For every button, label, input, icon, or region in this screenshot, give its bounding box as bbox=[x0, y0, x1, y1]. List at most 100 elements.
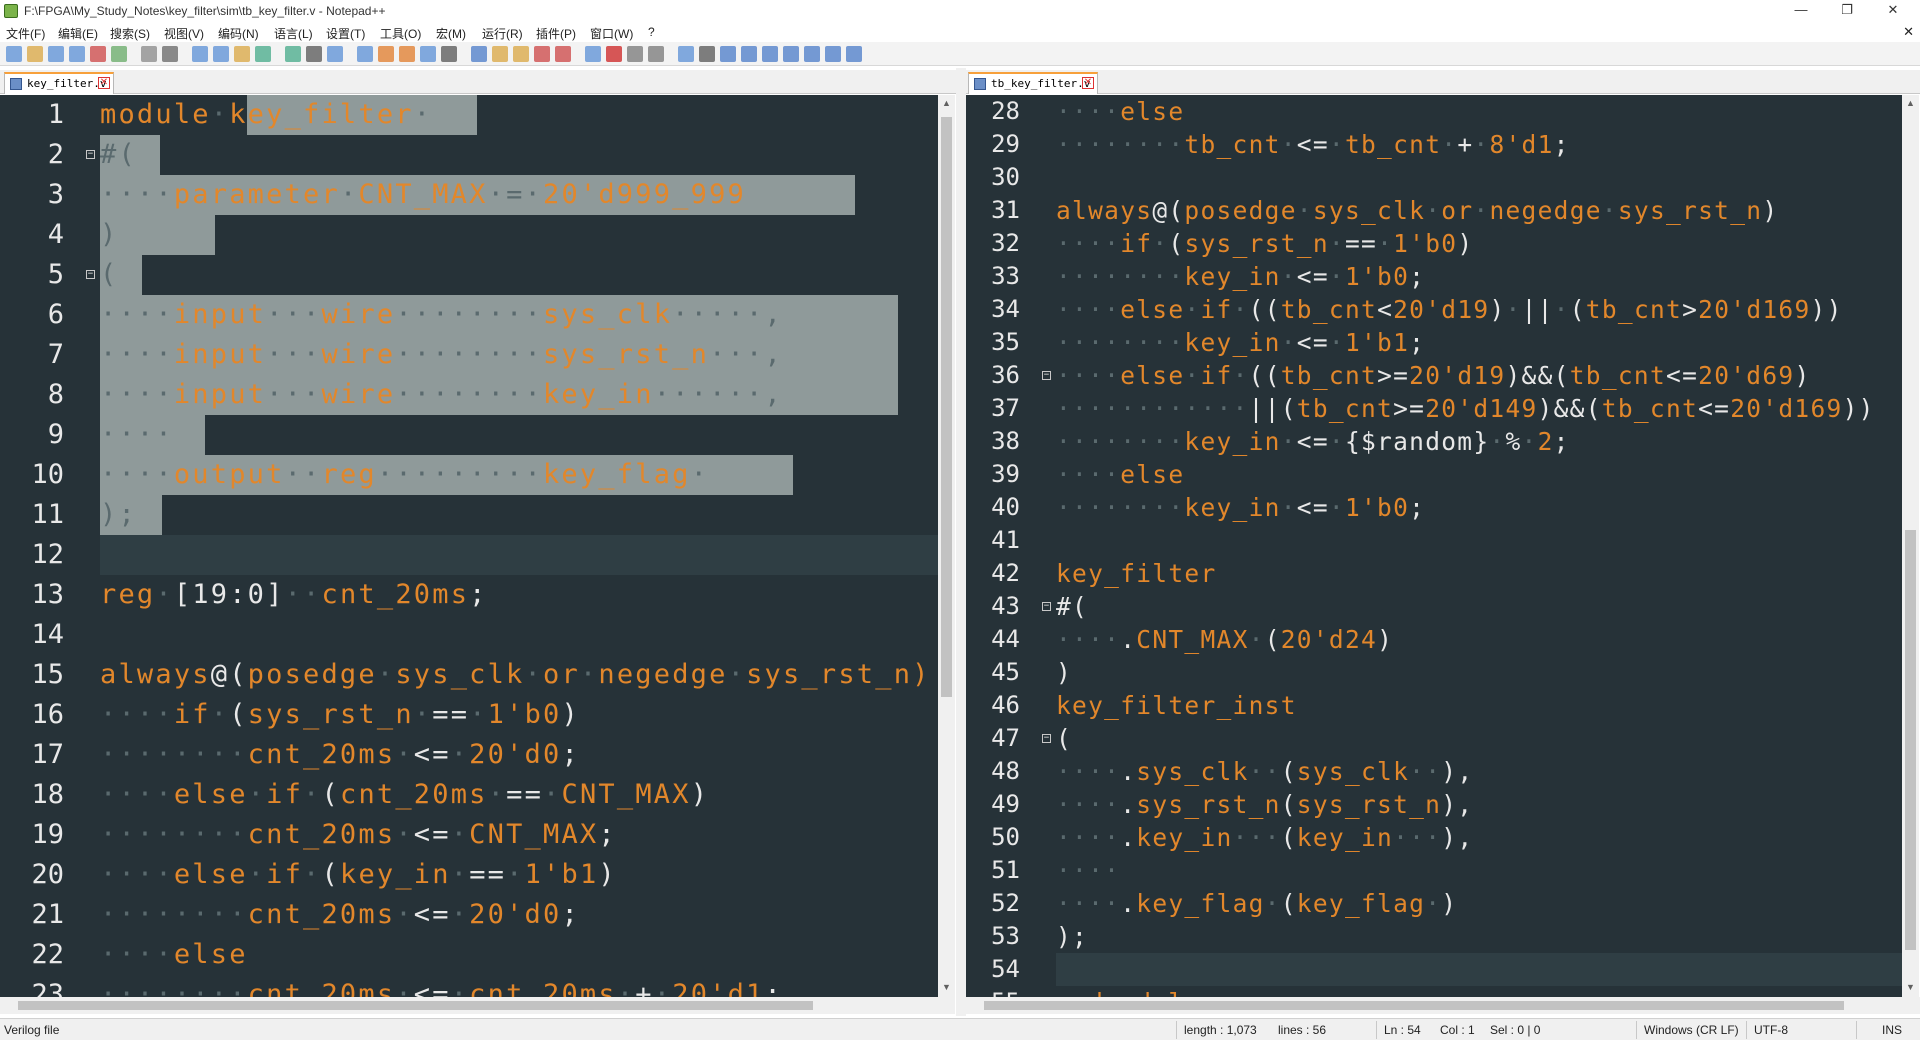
code-line[interactable]: module·key_filter· bbox=[100, 95, 432, 135]
menu-search[interactable]: 搜索(S) bbox=[110, 25, 150, 42]
code-line[interactable]: key_filter bbox=[1056, 557, 1217, 590]
left-editor[interactable]: 1 2 3 4 5 6 7 8 9 10 11 12 13 14 15 16 17 18 19 20 21 22 23 mod… bbox=[0, 95, 938, 997]
close-button[interactable]: ✕ bbox=[1870, 0, 1916, 22]
code-line[interactable]: ········key_in·<=·{$random}·%·2; bbox=[1056, 425, 1570, 458]
code-line[interactable]: #( bbox=[1056, 590, 1088, 623]
toolbar-button-icon[interactable] bbox=[555, 46, 571, 62]
toolbar-button-icon[interactable] bbox=[27, 46, 43, 62]
code-line[interactable]: ····else bbox=[1056, 95, 1184, 128]
toolbar-button-icon[interactable] bbox=[804, 46, 820, 62]
fold-toggle-icon[interactable]: − bbox=[86, 270, 95, 279]
menu-settings[interactable]: 设置(T) bbox=[326, 25, 365, 42]
code-line[interactable]: endmodule bbox=[1056, 986, 1200, 997]
menu-plugins[interactable]: 插件(P) bbox=[536, 25, 576, 42]
code-line[interactable]: ····else·if·((tb_cnt>=20'd19)&&(tb_cnt<=… bbox=[1056, 359, 1811, 392]
code-line[interactable]: ); bbox=[100, 495, 137, 535]
restore-button[interactable]: ❐ bbox=[1824, 0, 1870, 22]
code-line[interactable]: ···· bbox=[100, 415, 174, 455]
toolbar-button-icon[interactable] bbox=[162, 46, 178, 62]
toolbar-button-icon[interactable] bbox=[606, 46, 622, 62]
view-splitter[interactable] bbox=[956, 68, 966, 1016]
close-document-icon[interactable]: ✕ bbox=[1903, 24, 1914, 40]
toolbar-button-icon[interactable] bbox=[6, 46, 22, 62]
right-vertical-scrollbar[interactable]: ▲ ▼ bbox=[1902, 95, 1919, 997]
code-line[interactable]: ····if·(sys_rst_n·==·1'b0) bbox=[100, 695, 580, 735]
code-line[interactable]: ········cnt_20ms·<=·20'd0; bbox=[100, 735, 580, 775]
code-line[interactable]: reg·[19:0]··cnt_20ms; bbox=[100, 575, 488, 615]
scroll-thumb[interactable] bbox=[1905, 530, 1916, 950]
scroll-down-icon[interactable]: ▼ bbox=[942, 982, 951, 992]
code-line[interactable]: ········key_in·<=·1'b1; bbox=[1056, 326, 1425, 359]
toolbar-button-icon[interactable] bbox=[441, 46, 457, 62]
scroll-up-icon[interactable]: ▲ bbox=[942, 98, 951, 108]
scroll-thumb[interactable] bbox=[984, 1001, 1844, 1010]
code-line[interactable]: ········key_in·<=·1'b0; bbox=[1056, 260, 1425, 293]
code-line[interactable]: ( bbox=[1056, 722, 1072, 755]
scroll-thumb[interactable] bbox=[18, 1001, 813, 1010]
toolbar-button-icon[interactable] bbox=[762, 46, 778, 62]
toolbar-button-icon[interactable] bbox=[513, 46, 529, 62]
toolbar-button-icon[interactable] bbox=[285, 46, 301, 62]
toolbar-button-icon[interactable] bbox=[192, 46, 208, 62]
left-horizontal-scrollbar[interactable] bbox=[0, 997, 955, 1014]
fold-toggle-icon[interactable]: − bbox=[1042, 601, 1051, 611]
toolbar-button-icon[interactable] bbox=[255, 46, 271, 62]
scroll-up-icon[interactable]: ▲ bbox=[1906, 98, 1915, 108]
code-line[interactable]: ········key_in·<=·1'b0; bbox=[1056, 491, 1425, 524]
toolbar-button-icon[interactable] bbox=[627, 46, 643, 62]
toolbar-button-icon[interactable] bbox=[492, 46, 508, 62]
toolbar-button-icon[interactable] bbox=[48, 46, 64, 62]
code-line[interactable]: key_filter_inst bbox=[1056, 689, 1297, 722]
tab-close-icon[interactable]: ✕ bbox=[1082, 77, 1094, 89]
toolbar-button-icon[interactable] bbox=[648, 46, 664, 62]
toolbar-button-icon[interactable] bbox=[699, 46, 715, 62]
code-line[interactable]: ········tb_cnt·<=·tb_cnt·+·8'd1; bbox=[1056, 128, 1570, 161]
menu-language[interactable]: 语言(L) bbox=[274, 25, 313, 42]
toolbar-button-icon[interactable] bbox=[420, 46, 436, 62]
menu-macro[interactable]: 宏(M) bbox=[436, 25, 466, 42]
toolbar-button-icon[interactable] bbox=[111, 46, 127, 62]
menu-window[interactable]: 窗口(W) bbox=[590, 25, 633, 42]
toolbar-button-icon[interactable] bbox=[825, 46, 841, 62]
menu-help[interactable]: ? bbox=[648, 25, 655, 39]
right-horizontal-scrollbar[interactable] bbox=[966, 997, 1920, 1014]
code-line[interactable]: ····.CNT_MAX·(20'd24) bbox=[1056, 623, 1393, 656]
code-line[interactable]: ····input···wire········key_in······, bbox=[100, 375, 783, 415]
code-line[interactable]: ); bbox=[1056, 920, 1088, 953]
toolbar-button-icon[interactable] bbox=[357, 46, 373, 62]
toolbar-button-icon[interactable] bbox=[90, 46, 106, 62]
code-line[interactable]: ········cnt_20ms·<=·cnt_20ms·+·20'd1; bbox=[100, 975, 783, 997]
toolbar-button-icon[interactable] bbox=[141, 46, 157, 62]
toolbar-button-icon[interactable] bbox=[378, 46, 394, 62]
tab-key-filter[interactable]: key_filter.v ✕ bbox=[4, 72, 114, 94]
fold-toggle-icon[interactable]: − bbox=[1042, 370, 1051, 380]
code-line[interactable]: ( bbox=[100, 255, 118, 295]
toolbar-button-icon[interactable] bbox=[783, 46, 799, 62]
code-line[interactable]: ····.key_in···(key_in···), bbox=[1056, 821, 1473, 854]
tab-close-icon[interactable]: ✕ bbox=[98, 77, 110, 89]
menu-encoding[interactable]: 编码(N) bbox=[218, 25, 259, 42]
toolbar-button-icon[interactable] bbox=[399, 46, 415, 62]
menu-run[interactable]: 运行(R) bbox=[482, 25, 523, 42]
code-line[interactable]: always@(posedge·sys_clk·or·negedge·sys_r… bbox=[100, 655, 931, 695]
code-line[interactable]: ····else bbox=[1056, 458, 1184, 491]
left-vertical-scrollbar[interactable]: ▲ ▼ bbox=[938, 95, 955, 997]
toolbar-button-icon[interactable] bbox=[471, 46, 487, 62]
scroll-down-icon[interactable]: ▼ bbox=[1906, 982, 1915, 992]
code-line[interactable]: ····input···wire········sys_clk·····, bbox=[100, 295, 783, 335]
code-line[interactable]: ····.key_flag·(key_flag·) bbox=[1056, 887, 1457, 920]
menu-file[interactable]: 文件(F) bbox=[6, 25, 45, 42]
toolbar-button-icon[interactable] bbox=[678, 46, 694, 62]
toolbar-button-icon[interactable] bbox=[327, 46, 343, 62]
toolbar-button-icon[interactable] bbox=[234, 46, 250, 62]
toolbar-button-icon[interactable] bbox=[585, 46, 601, 62]
toolbar-button-icon[interactable] bbox=[213, 46, 229, 62]
code-line[interactable]: ····else·if·((tb_cnt<20'd19)·||·(tb_cnt>… bbox=[1056, 293, 1843, 326]
code-line[interactable]: ····else bbox=[100, 935, 248, 975]
code-line[interactable]: ····output··reg·········key_flag· bbox=[100, 455, 709, 495]
code-line[interactable]: ············||(tb_cnt>=20'd149)&&(tb_cnt… bbox=[1056, 392, 1875, 425]
code-line[interactable]: ····input···wire········sys_rst_n···, bbox=[100, 335, 783, 375]
right-editor[interactable]: 28 29 30 31 32 33 34 35 36 37 38 39 40 41 42 43 44 45 46 47… bbox=[966, 95, 1902, 997]
tab-tb-key-filter[interactable]: tb_key_filter.v ✕ bbox=[968, 72, 1098, 94]
code-line[interactable]: #( bbox=[100, 135, 137, 175]
